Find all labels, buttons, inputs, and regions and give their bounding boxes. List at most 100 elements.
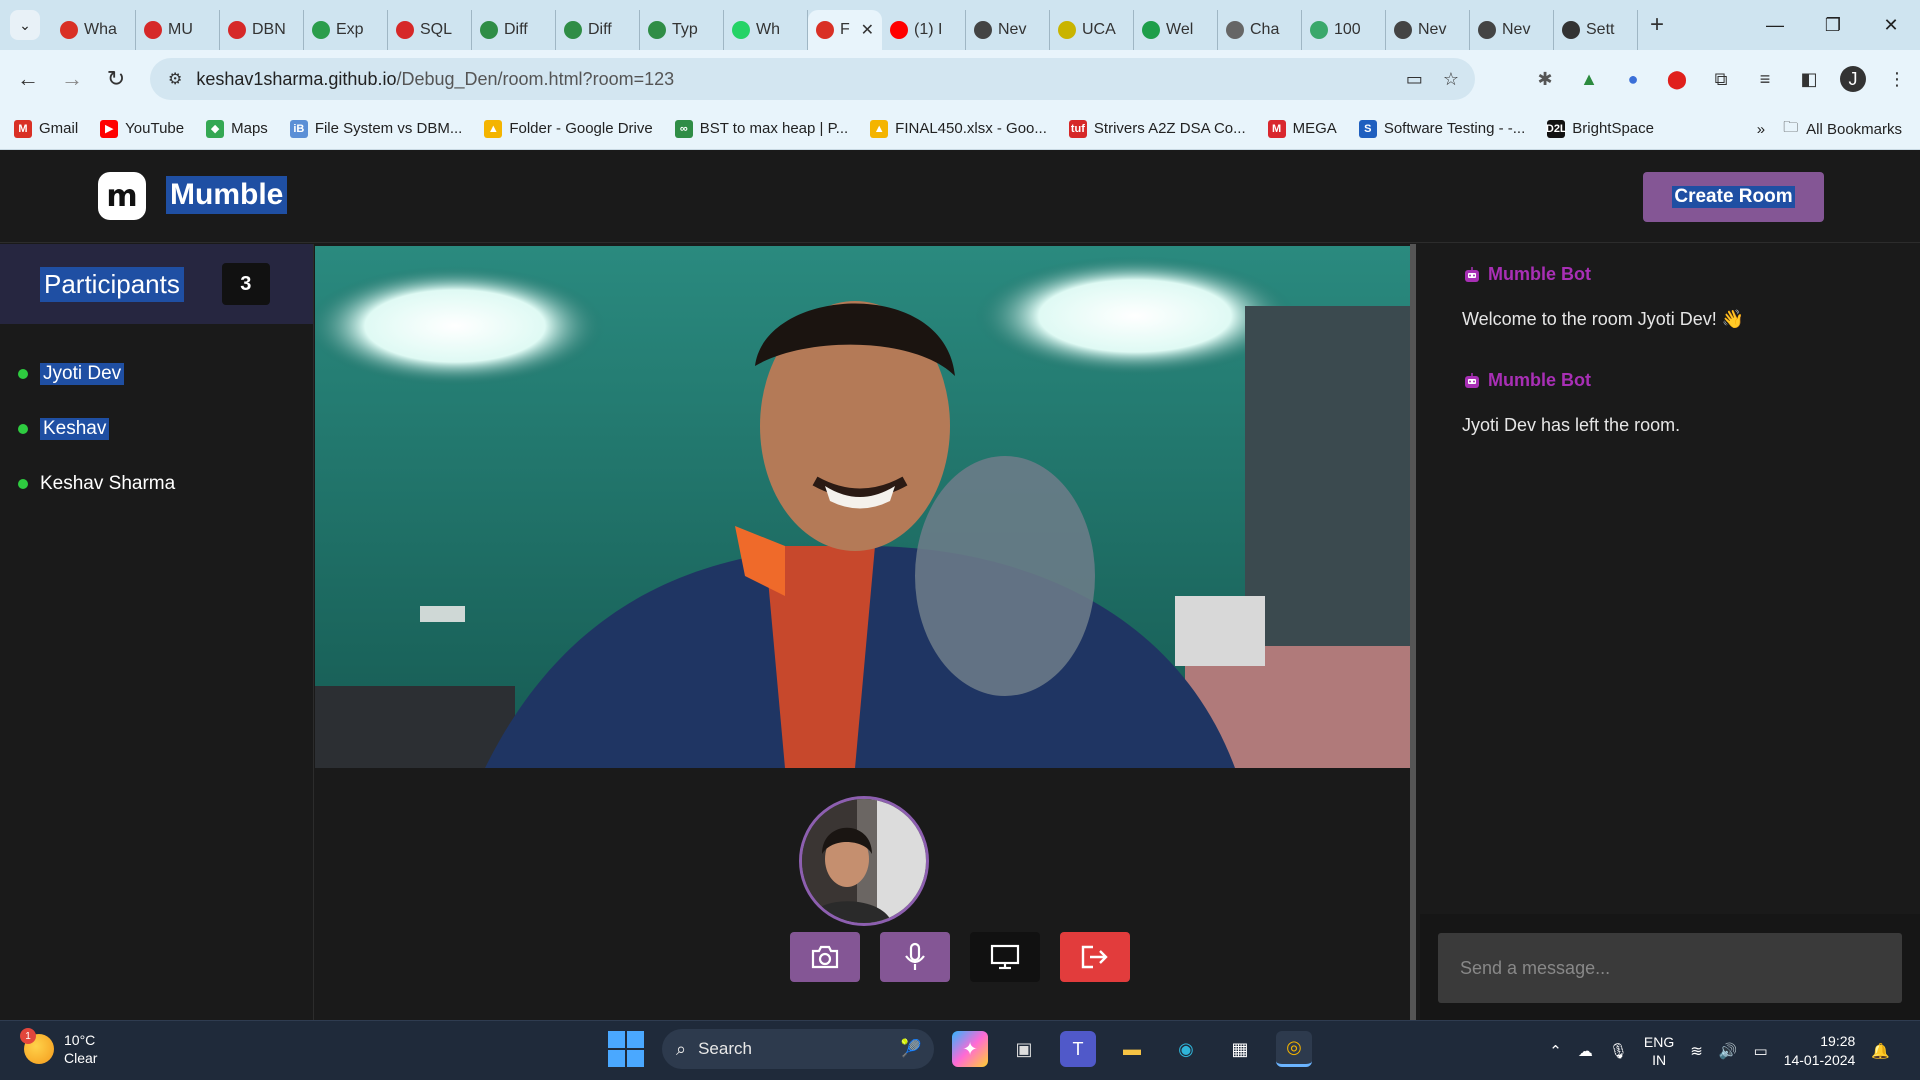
blue-extension-icon[interactable]: ● bbox=[1620, 66, 1646, 92]
more-bookmarks-chevron-icon[interactable]: » bbox=[1757, 121, 1765, 138]
browser-tab[interactable]: Exp bbox=[304, 10, 388, 50]
bot-icon bbox=[1465, 372, 1479, 388]
browser-tab[interactable]: Sett bbox=[1554, 10, 1638, 50]
browser-tab[interactable]: SQL bbox=[388, 10, 472, 50]
notification-bell-icon[interactable]: 🔔 bbox=[1871, 1042, 1890, 1060]
main-video-feed[interactable] bbox=[315, 246, 1414, 768]
bookmark-item[interactable]: tuf Strivers A2Z DSA Co... bbox=[1068, 119, 1246, 138]
browser-tab[interactable]: Wha bbox=[52, 10, 136, 50]
mumble-logo-icon[interactable]: m bbox=[98, 172, 146, 220]
forward-arrow-icon[interactable]: → bbox=[50, 57, 94, 101]
restore-icon[interactable]: ❐ bbox=[1804, 0, 1862, 50]
close-window-icon[interactable]: ✕ bbox=[1862, 0, 1920, 50]
tab-title: Typ bbox=[672, 21, 698, 38]
brand-name[interactable]: Mumble bbox=[166, 176, 288, 214]
v-logo-icon bbox=[396, 21, 414, 39]
browser-tab[interactable]: Nev bbox=[1386, 10, 1470, 50]
participant-thumbnail[interactable] bbox=[799, 796, 929, 926]
leave-call-button[interactable] bbox=[1060, 932, 1130, 982]
browser-tab[interactable]: Typ bbox=[640, 10, 724, 50]
chatgpt-icon bbox=[974, 21, 992, 39]
tray-chevron-up-icon[interactable]: ⌃ bbox=[1549, 1042, 1562, 1060]
participant-item[interactable]: Jyoti Dev bbox=[18, 346, 313, 401]
teams-icon[interactable]: T bbox=[1060, 1031, 1096, 1067]
media-control-icon[interactable]: ≡ bbox=[1752, 66, 1778, 92]
chatgpt-icon bbox=[1478, 21, 1496, 39]
stage-scrollbar[interactable] bbox=[1410, 244, 1416, 1020]
windows-start-icon[interactable] bbox=[608, 1031, 644, 1067]
taskbar-clock[interactable]: 19:28 14-01-2024 bbox=[1784, 1032, 1856, 1070]
browser-tab[interactable]: 100 bbox=[1302, 10, 1386, 50]
camera-in-use-icon[interactable]: ▭ bbox=[1406, 69, 1423, 90]
side-panel-icon[interactable]: ◧ bbox=[1796, 66, 1822, 92]
bookmark-item[interactable]: M Gmail bbox=[14, 119, 79, 138]
tab-search-chevron-icon[interactable]: ⌄ bbox=[10, 10, 40, 40]
html-extension-icon[interactable]: ▲ bbox=[1576, 66, 1602, 92]
bookmark-item[interactable]: M MEGA bbox=[1267, 119, 1337, 138]
reload-icon[interactable]: ↻ bbox=[94, 57, 138, 101]
tray-microphone-icon[interactable]: 🎙 bbox=[1609, 1042, 1628, 1060]
copilot-icon[interactable]: ✦ bbox=[952, 1031, 988, 1067]
message-sender: Mumble Bot bbox=[1488, 370, 1591, 390]
weather-temp: 10°C bbox=[64, 1032, 96, 1048]
menu-kebab-icon[interactable]: ⋮ bbox=[1884, 66, 1910, 92]
bookmark-item[interactable]: iB File System vs DBM... bbox=[289, 119, 462, 138]
bookmark-item[interactable]: D2L BrightSpace bbox=[1546, 119, 1654, 138]
browser-tab[interactable]: Wh bbox=[724, 10, 808, 50]
bookmark-item[interactable]: ▲ FINAL450.xlsx - Goo... bbox=[870, 119, 1047, 138]
browser-tab[interactable]: Wel bbox=[1134, 10, 1218, 50]
profile-avatar[interactable]: J bbox=[1840, 66, 1866, 92]
browser-tab[interactable]: Diff bbox=[556, 10, 640, 50]
chrome-icon[interactable]: ◎ bbox=[1276, 1031, 1312, 1067]
participant-item[interactable]: Keshav Sharma bbox=[18, 456, 313, 511]
bookmark-item[interactable]: ▶ YouTube bbox=[100, 119, 184, 138]
battery-icon[interactable]: ▭ bbox=[1754, 1042, 1768, 1060]
browser-tab[interactable]: Nev bbox=[966, 10, 1050, 50]
close-tab-icon[interactable]: ✕ bbox=[861, 20, 874, 40]
all-bookmarks-button[interactable]: 🗀 All Bookmarks bbox=[1783, 117, 1902, 142]
address-bar[interactable]: ⚙ keshav1sharma.github.io/Debug_Den/room… bbox=[150, 58, 1475, 100]
edge-icon[interactable]: ◉ bbox=[1168, 1031, 1204, 1067]
browser-tab[interactable]: F ✕ bbox=[808, 10, 882, 50]
volume-icon[interactable]: 🔊 bbox=[1719, 1042, 1738, 1060]
browser-tab[interactable]: Diff bbox=[472, 10, 556, 50]
wifi-icon[interactable]: ≋ bbox=[1690, 1042, 1703, 1060]
browser-tab[interactable]: (1) I bbox=[882, 10, 966, 50]
task-view-icon[interactable]: ▣ bbox=[1006, 1031, 1042, 1067]
language-indicator[interactable]: ENG IN bbox=[1644, 1033, 1674, 1069]
weather-widget[interactable]: 1 10°C Clear bbox=[20, 1028, 97, 1067]
bug-extension-icon[interactable]: ✱ bbox=[1532, 66, 1558, 92]
url-text[interactable]: keshav1sharma.github.io/Debug_Den/room.h… bbox=[196, 69, 674, 90]
bookmark-star-icon[interactable]: ☆ bbox=[1443, 69, 1459, 90]
new-tab-plus-icon[interactable]: + bbox=[1650, 11, 1664, 39]
microphone-toggle-button[interactable] bbox=[880, 932, 950, 982]
browser-tab[interactable]: Cha bbox=[1218, 10, 1302, 50]
bookmark-item[interactable]: ∞ BST to max heap | P... bbox=[674, 119, 848, 138]
camera-toggle-button[interactable] bbox=[790, 932, 860, 982]
browser-tab[interactable]: MU bbox=[136, 10, 220, 50]
video-frame-illustration bbox=[315, 246, 1414, 768]
bookmark-label: Gmail bbox=[39, 120, 79, 137]
bookmark-item[interactable]: S Software Testing - -... bbox=[1358, 119, 1525, 138]
participant-item[interactable]: Keshav bbox=[18, 401, 313, 456]
bookmark-item[interactable]: ◆ Maps bbox=[206, 119, 268, 138]
browser-tab[interactable]: Nev bbox=[1470, 10, 1554, 50]
taskbar-search-box[interactable]: ⌕ Search 🎾 bbox=[662, 1029, 934, 1069]
taskbar-apps: ⌕ Search 🎾 ✦ ▣ T ▬ ◉ ▦ ◎ bbox=[608, 1029, 1312, 1069]
site-settings-icon[interactable]: ⚙ bbox=[168, 69, 182, 89]
browser-tab[interactable]: UCA bbox=[1050, 10, 1134, 50]
opera-extension-icon[interactable]: ⬤ bbox=[1664, 66, 1690, 92]
file-explorer-icon[interactable]: ▬ bbox=[1114, 1031, 1150, 1067]
screen-share-button[interactable] bbox=[970, 932, 1040, 982]
bookmark-item[interactable]: ▲ Folder - Google Drive bbox=[484, 119, 653, 138]
extensions-puzzle-icon[interactable]: ⧉ bbox=[1708, 66, 1734, 92]
chat-input-area bbox=[1420, 914, 1920, 1020]
browser-tab[interactable]: DBN bbox=[220, 10, 304, 50]
create-room-button[interactable]: Create Room bbox=[1643, 172, 1824, 222]
chat-message-input[interactable] bbox=[1438, 933, 1902, 1003]
onedrive-icon[interactable]: ☁ bbox=[1578, 1042, 1593, 1060]
bookmark-favicon-icon: ▶ bbox=[100, 119, 119, 138]
minimize-icon[interactable]: — bbox=[1746, 0, 1804, 50]
back-arrow-icon[interactable]: ← bbox=[6, 57, 50, 101]
store-icon[interactable]: ▦ bbox=[1222, 1031, 1258, 1067]
